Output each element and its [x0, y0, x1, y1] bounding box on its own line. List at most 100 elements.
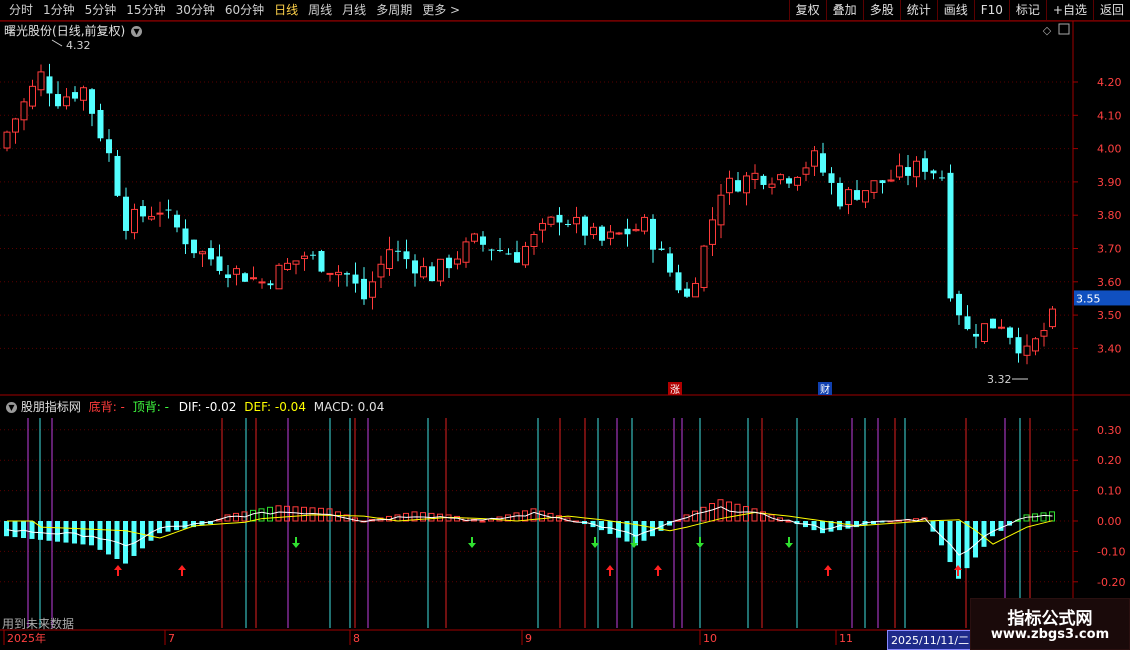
- candle-body: [743, 175, 750, 194]
- candle-body: [641, 216, 648, 232]
- candle-body: [556, 214, 563, 223]
- indicator-title: ▼ 股朋指标网 底背: - 顶背: - DIF: -0.02 DEF: -0.0…: [4, 398, 384, 415]
- macd-bar: [599, 521, 604, 531]
- candle-body: [140, 206, 146, 217]
- candle-body: [429, 266, 435, 282]
- last-price-label: 3.55: [1076, 292, 1101, 305]
- macd-bar: [820, 521, 825, 534]
- macd-bar: [990, 521, 995, 537]
- candle-body: [599, 226, 605, 241]
- macd-bar: [981, 521, 987, 547]
- candle-body: [768, 183, 776, 188]
- indicator-tick-label: 0.20: [1097, 454, 1122, 467]
- macd-bar: [106, 521, 111, 555]
- high-price-label: 4.32: [66, 39, 91, 52]
- candle-body: [46, 76, 53, 94]
- dif-label: DIF: -0.02: [178, 400, 237, 414]
- price-tick-label: 3.70: [1097, 243, 1122, 256]
- macd-bar: [21, 521, 26, 539]
- watermark: 指标公式网 www.zbgs3.com: [970, 598, 1130, 650]
- indicator-tick-label: -0.20: [1097, 576, 1125, 589]
- down-arrow-icon: [292, 537, 300, 548]
- candle-body: [522, 245, 529, 266]
- candle-body: [650, 218, 656, 250]
- macd-bar: [12, 521, 18, 538]
- candle-body: [318, 251, 325, 272]
- indicator-tick-label: 0.10: [1097, 485, 1122, 498]
- candle-body: [454, 258, 461, 265]
- candle-body: [956, 293, 962, 316]
- candle-body: [208, 248, 214, 260]
- macd-bar: [233, 512, 239, 522]
- candle-body: [820, 153, 826, 173]
- candle-body: [837, 182, 843, 207]
- macd-bar: [973, 521, 978, 558]
- candle-body: [20, 101, 28, 121]
- candle-body: [335, 271, 342, 276]
- candle-body: [547, 216, 555, 225]
- chevron-down-icon[interactable]: ▼: [6, 402, 17, 413]
- macd-bar: [114, 521, 120, 559]
- candle-body: [922, 158, 928, 172]
- cursor-date: 2025/11/11/二: [887, 630, 974, 650]
- candle-body: [412, 260, 418, 274]
- candle-body: [615, 232, 623, 235]
- macd-bar: [46, 521, 52, 541]
- candle-body: [582, 216, 588, 236]
- candle-body: [292, 260, 300, 265]
- candle-body: [148, 216, 155, 220]
- candle-body: [845, 189, 852, 205]
- candle-body: [55, 94, 61, 107]
- candle-body: [89, 89, 95, 114]
- candle-body: [29, 85, 36, 107]
- macd-bar: [700, 506, 707, 522]
- time-tick-label: 8: [353, 632, 360, 645]
- time-tick-label: 11: [839, 632, 853, 645]
- price-tick-label: 3.90: [1097, 176, 1122, 189]
- candle-body: [72, 92, 78, 99]
- macd-bar: [650, 521, 655, 537]
- candle-body: [284, 262, 291, 270]
- candle-body: [191, 239, 197, 254]
- candle-body: [12, 118, 19, 133]
- candle-body: [403, 251, 410, 260]
- down-arrow-icon: [696, 537, 704, 548]
- candle-body: [735, 180, 741, 192]
- macd-bar: [72, 521, 77, 544]
- candle-body: [573, 216, 580, 225]
- candle-body: [777, 174, 784, 181]
- candle-body: [828, 173, 835, 183]
- macd-bar: [539, 510, 545, 522]
- macd-bar: [309, 507, 316, 522]
- candle-body: [97, 109, 104, 139]
- candle-body: [369, 281, 376, 298]
- candle-body: [250, 277, 257, 280]
- candle-body: [1032, 338, 1039, 352]
- candle-body: [1049, 308, 1056, 328]
- high-pointer: [51, 39, 63, 47]
- event-marker: 涨: [670, 384, 680, 396]
- top-div-value: -: [164, 400, 169, 414]
- candle-body: [658, 248, 665, 250]
- candle-body: [709, 219, 716, 245]
- candle-body: [165, 209, 172, 211]
- candle-body: [377, 263, 385, 278]
- candle-body: [700, 245, 708, 288]
- event-marker: 财: [820, 383, 830, 396]
- kline-chart[interactable]: ◇ 4.20 4.10 4.00 3.90 3.80 3.70 3.60 3.50 3.40 3.5…: [0, 0, 1130, 650]
- candle-body: [395, 250, 401, 252]
- dea-line: [7, 511, 1053, 545]
- candle-body: [437, 258, 444, 282]
- candle-body: [913, 160, 920, 178]
- panel-toggle-icon: [1058, 23, 1070, 35]
- candle-body: [344, 273, 350, 275]
- macd-bar: [1040, 512, 1047, 522]
- time-tick-label: 2025年: [7, 631, 46, 645]
- macd-bar: [947, 521, 953, 563]
- indicator-tick-label: 0.00: [1097, 515, 1122, 528]
- macd-bar: [157, 521, 162, 534]
- candle-body: [964, 316, 971, 330]
- macd-bar: [4, 521, 9, 537]
- candle-body: [896, 165, 903, 178]
- candle-body: [514, 252, 520, 263]
